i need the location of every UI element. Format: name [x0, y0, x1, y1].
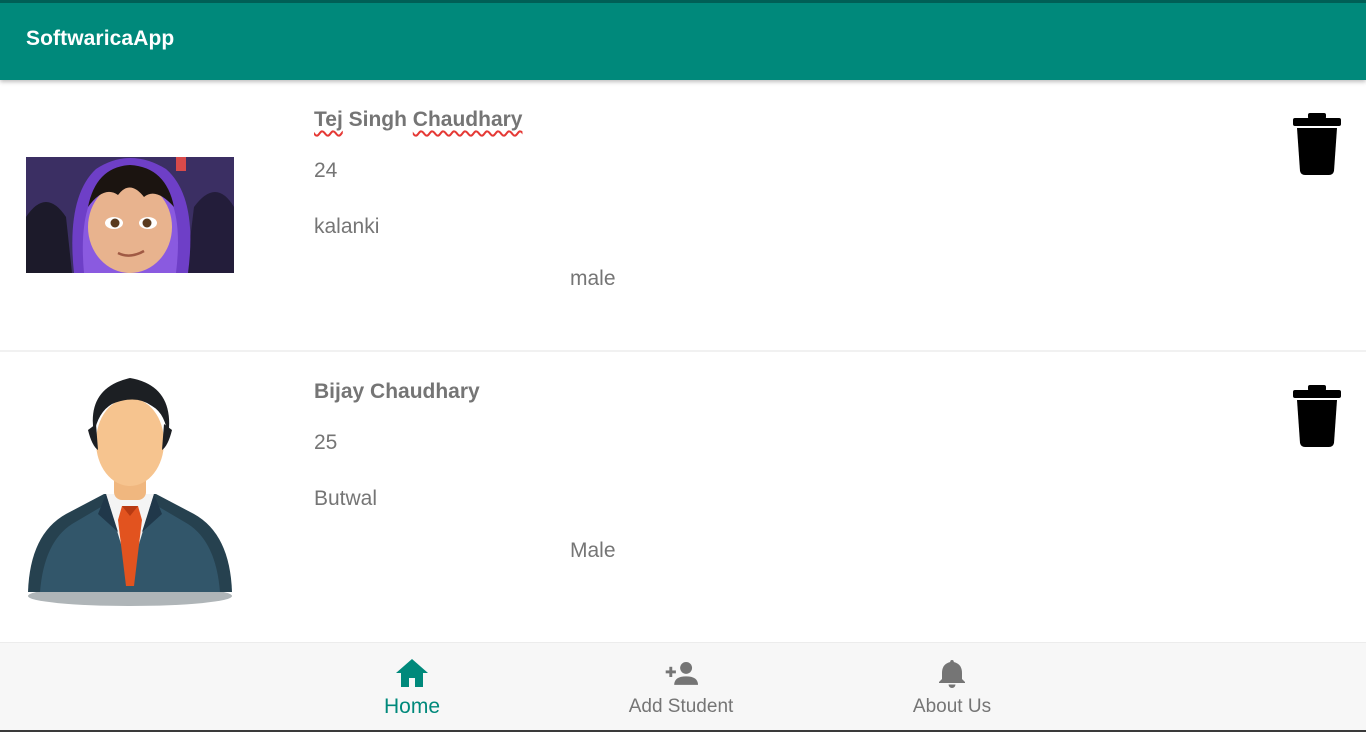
delete-button[interactable]	[1292, 385, 1342, 449]
trash-icon	[1293, 385, 1341, 447]
person-add-icon	[665, 661, 698, 685]
student-gender: Male	[570, 539, 616, 562]
bell-icon	[939, 660, 965, 688]
cartoon-avatar-icon	[26, 157, 234, 273]
student-card[interactable]: Tej Singh Chaudhary 24 kalanki male	[0, 80, 1366, 352]
student-age: 24	[314, 159, 338, 182]
nav-item-home[interactable]: Home	[327, 643, 497, 731]
student-name: Tej Singh Chaudhary	[314, 108, 523, 131]
bottom-navigation: Home Add Student About Us	[0, 642, 1366, 732]
app-title: SoftwaricaApp	[26, 27, 175, 50]
trash-icon	[1293, 113, 1341, 175]
businessman-avatar-icon	[26, 364, 234, 608]
student-gender: male	[570, 267, 616, 290]
nav-item-about-us[interactable]: About Us	[867, 643, 1037, 731]
student-card[interactable]: Bijay Chaudhary 25 Butwal Male	[0, 352, 1366, 622]
delete-button[interactable]	[1292, 113, 1342, 177]
nav-label-about-us: About Us	[912, 696, 992, 717]
student-name: Bijay Chaudhary	[314, 380, 480, 403]
student-list[interactable]: Tej Singh Chaudhary 24 kalanki male Bija…	[0, 80, 1366, 642]
student-address: Butwal	[314, 487, 378, 510]
nav-item-add-student[interactable]: Add Student	[596, 643, 766, 731]
student-address: kalanki	[314, 215, 380, 238]
app-bar: SoftwaricaApp	[0, 0, 1366, 80]
student-age: 25	[314, 431, 338, 454]
home-icon	[396, 659, 428, 687]
app-window: SoftwaricaApp Tej Singh Chaudhary 24 kal…	[0, 0, 1366, 732]
nav-label-add-student: Add Student	[628, 696, 734, 717]
nav-label-home: Home	[383, 695, 441, 718]
